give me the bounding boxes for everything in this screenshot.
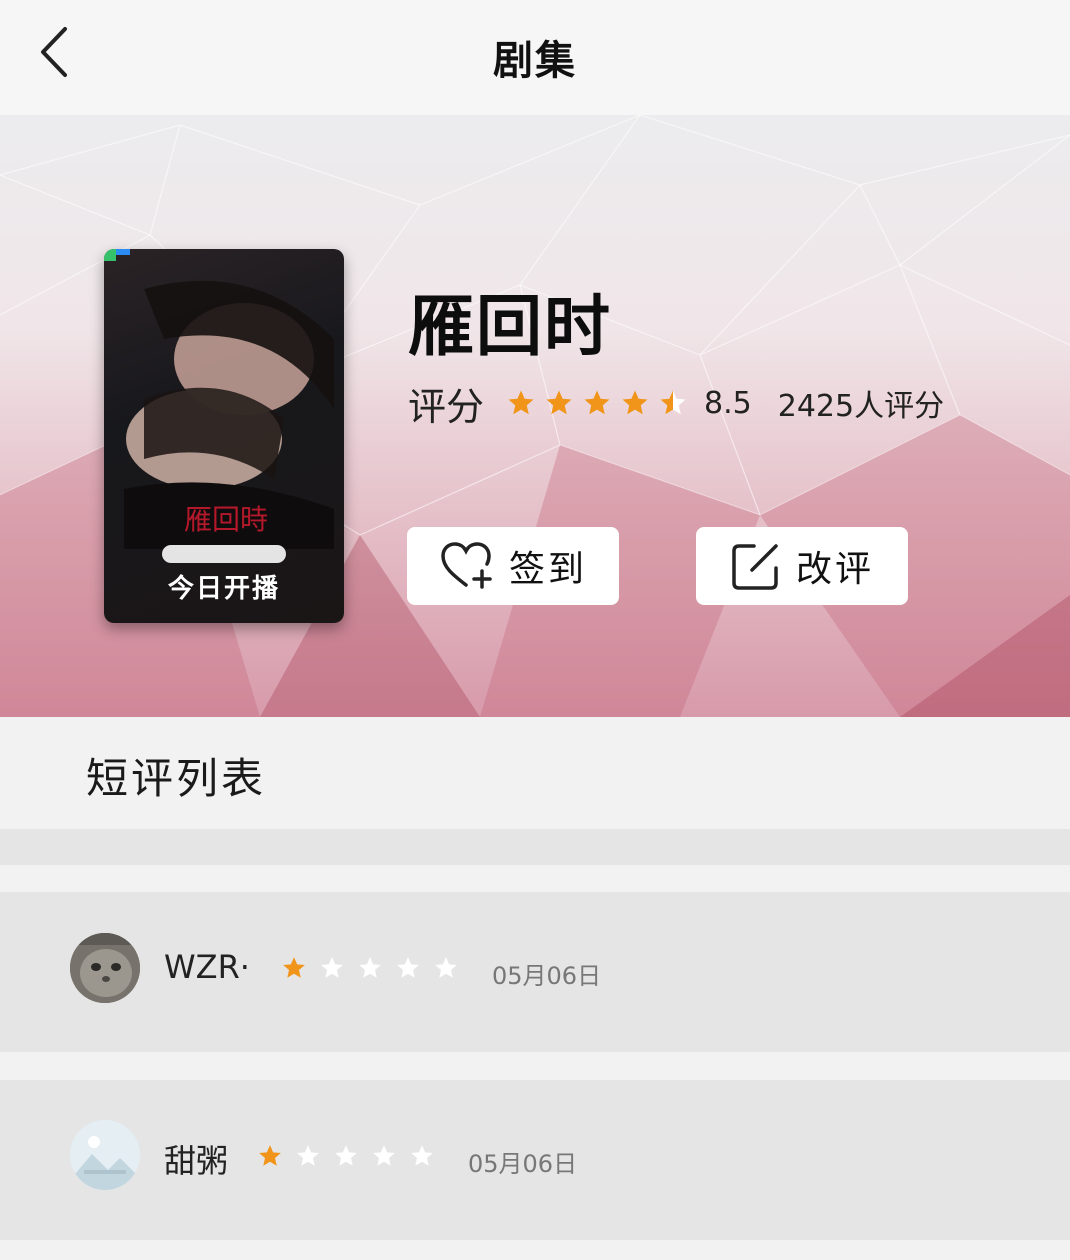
reviewer-name[interactable]: 甜粥 (164, 1136, 228, 1182)
checkin-button[interactable]: 签到 (407, 527, 619, 605)
cat-avatar[interactable] (70, 933, 140, 1003)
review-date: 05月06日 (468, 1150, 578, 1178)
page-title: 剧集 (493, 38, 577, 84)
heart-plus-icon (441, 542, 492, 589)
star-icon (297, 1145, 319, 1166)
top-bar: 剧集 (0, 0, 1070, 115)
star-icon (373, 1145, 395, 1166)
star-icon (397, 957, 419, 978)
section-divider (0, 829, 1070, 865)
rating-count: 2425人评分 (777, 389, 945, 424)
review-stars (281, 955, 459, 981)
star-icon (321, 957, 343, 978)
reviews-section-header: 短评列表 (0, 717, 1070, 829)
poster-banner: 今日开播 (167, 574, 280, 604)
star-icon (508, 390, 534, 415)
edit-icon (732, 544, 778, 590)
star-icon (622, 390, 648, 415)
landscape-avatar[interactable] (70, 1120, 140, 1190)
poster-art: 雁回時 (104, 249, 334, 563)
star-icon (283, 957, 305, 978)
star-icon (259, 1145, 281, 1166)
rating-label: 评分 (408, 384, 485, 429)
rating-row: 评分 8.5 2425人评分 (408, 377, 944, 429)
star-icon (335, 1145, 357, 1166)
section-title: 短评列表 (86, 754, 267, 803)
reviewer-name[interactable]: WZR· (164, 948, 250, 986)
edit-review-button[interactable]: 改评 (696, 527, 908, 605)
checkin-label: 签到 (508, 549, 587, 590)
star-icon (546, 390, 572, 415)
review-stars (257, 1143, 435, 1169)
show-hero: 雁回時 今日开播 雁回时 评分 8.5 2425人评分 签到 改评 (0, 115, 1070, 717)
star-icon (584, 390, 610, 415)
score-value: 8.5 (704, 385, 752, 421)
review-item[interactable]: WZR· 05月06日 (0, 892, 1070, 1052)
review-item[interactable]: 甜粥 05月06日 (0, 1080, 1070, 1240)
edit-review-label: 改评 (795, 549, 874, 590)
star-icon (411, 1145, 433, 1166)
star-icon (435, 957, 457, 978)
review-date: 05月06日 (492, 962, 602, 990)
star-icon (359, 957, 381, 978)
half-star-icon (660, 390, 686, 415)
rating-stars (506, 388, 688, 418)
show-title: 雁回时 (408, 288, 612, 365)
show-poster[interactable]: 雁回時 今日开播 (104, 249, 344, 623)
svg-text:雁回時: 雁回時 (184, 503, 268, 536)
